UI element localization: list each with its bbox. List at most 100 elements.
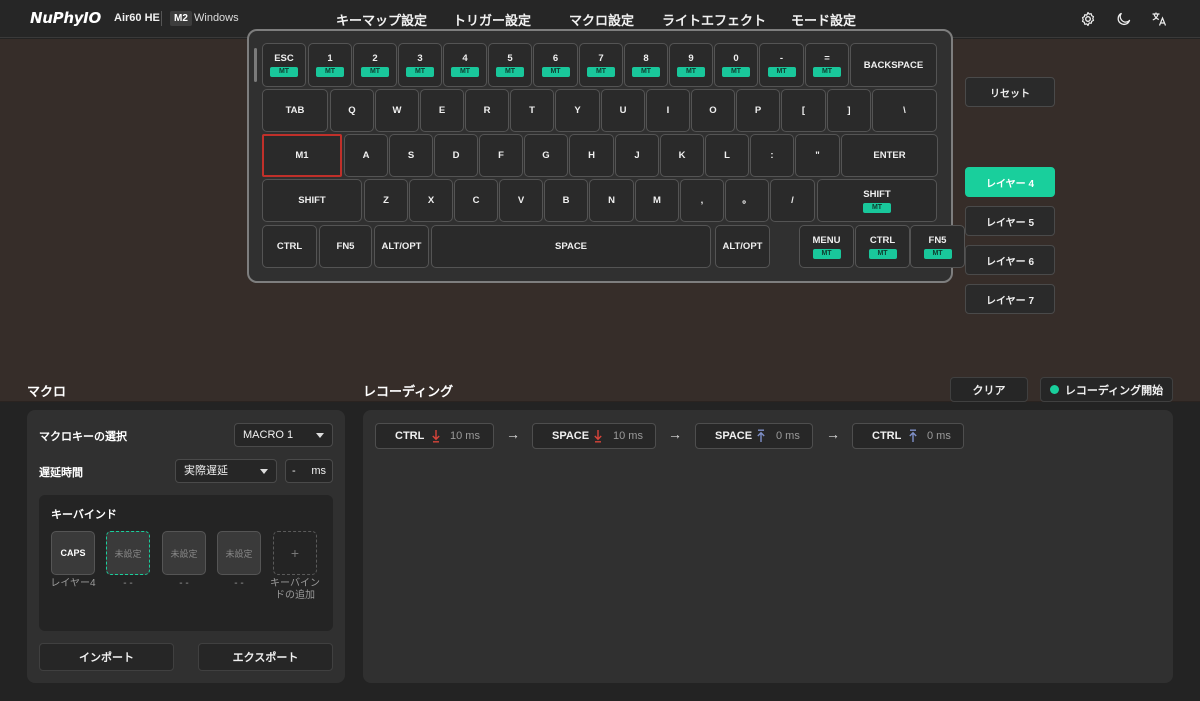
key-a[interactable]: A	[344, 134, 388, 177]
key-symbol[interactable]: - MT	[759, 43, 804, 87]
tab-mode[interactable]: モード設定	[791, 10, 856, 29]
add-keybind-button[interactable]: +	[273, 531, 317, 575]
key-symbol[interactable]: 。	[725, 179, 769, 222]
key-label: 1	[327, 53, 333, 64]
event-key: SPACE	[552, 430, 590, 442]
key-l[interactable]: L	[705, 134, 749, 177]
key-y[interactable]: Y	[555, 89, 600, 132]
key-e[interactable]: E	[420, 89, 464, 132]
key-v[interactable]: V	[499, 179, 543, 222]
gear-icon[interactable]	[1080, 11, 1096, 27]
key-r[interactable]: R	[465, 89, 509, 132]
flow-arrow: →	[826, 426, 840, 442]
key-symbol[interactable]: ]	[827, 89, 871, 132]
key-z[interactable]: Z	[364, 179, 408, 222]
key-symbol[interactable]: \	[872, 89, 937, 132]
keybind-slot-2[interactable]: 未設定	[106, 531, 150, 575]
key-6[interactable]: 6 MT	[533, 43, 578, 87]
key-k[interactable]: K	[660, 134, 704, 177]
key-altopt[interactable]: ALT/OPT	[374, 225, 429, 268]
keybind-slot-3[interactable]: 未設定	[162, 531, 206, 575]
key-9[interactable]: 9 MT	[669, 43, 713, 87]
key-symbol[interactable]: = MT	[805, 43, 849, 87]
recorded-event[interactable]: CTRL 10 ms	[375, 423, 494, 449]
key-shift[interactable]: SHIFT MT	[817, 179, 937, 222]
key-symbol[interactable]: /	[770, 179, 815, 222]
key-8[interactable]: 8 MT	[624, 43, 668, 87]
moon-icon[interactable]	[1116, 11, 1132, 27]
key-g[interactable]: G	[524, 134, 568, 177]
key-q[interactable]: Q	[330, 89, 374, 132]
key-esc[interactable]: ESC MT	[262, 43, 306, 87]
key-menu[interactable]: MENU MT	[799, 225, 854, 268]
key-x[interactable]: X	[409, 179, 453, 222]
keybind-slot-4[interactable]: 未設定	[217, 531, 261, 575]
tab-light-effect[interactable]: ライトエフェクト	[662, 10, 766, 29]
key-ctrl[interactable]: CTRL	[262, 225, 317, 268]
key-w[interactable]: W	[375, 89, 419, 132]
key-m[interactable]: M	[635, 179, 679, 222]
key-0[interactable]: 0 MT	[714, 43, 758, 87]
key-s[interactable]: S	[389, 134, 433, 177]
key-i[interactable]: I	[646, 89, 690, 132]
start-recording-button[interactable]: レコーディング開始	[1040, 377, 1173, 402]
recorded-event[interactable]: SPACE 10 ms	[532, 423, 656, 449]
mt-badge: MT	[496, 67, 524, 77]
translate-icon[interactable]	[1151, 11, 1167, 27]
key-space[interactable]: SPACE	[431, 225, 711, 268]
key-backspace[interactable]: BACKSPACE	[850, 43, 937, 87]
key-2[interactable]: 2 MT	[353, 43, 397, 87]
layer-4-button[interactable]: レイヤー 4	[965, 167, 1055, 197]
key-c[interactable]: C	[454, 179, 498, 222]
layer-5-button[interactable]: レイヤー 5	[965, 206, 1055, 236]
key-symbol[interactable]: "	[795, 134, 840, 177]
recorded-event[interactable]: CTRL 0 ms	[852, 423, 964, 449]
key-symbol[interactable]: [	[781, 89, 826, 132]
key-1[interactable]: 1 MT	[308, 43, 352, 87]
key-7[interactable]: 7 MT	[579, 43, 623, 87]
mt-badge: MT	[767, 67, 796, 77]
keybind-slot-1[interactable]: CAPS	[51, 531, 95, 575]
delay-input[interactable]: - ms	[285, 459, 333, 483]
clear-button[interactable]: クリア	[950, 377, 1028, 402]
key-label: 2	[372, 53, 378, 64]
key-fn5[interactable]: FN5 MT	[910, 225, 965, 268]
key-shift[interactable]: SHIFT	[262, 179, 362, 222]
key-3[interactable]: 3 MT	[398, 43, 442, 87]
key-n[interactable]: N	[589, 179, 634, 222]
device-name: Air60 HE	[114, 12, 160, 24]
key-d[interactable]: D	[434, 134, 478, 177]
layer-7-button[interactable]: レイヤー 7	[965, 284, 1055, 314]
key-u[interactable]: U	[601, 89, 645, 132]
key-symbol[interactable]: :	[750, 134, 794, 177]
export-button[interactable]: エクスポート	[198, 643, 333, 671]
key-tab[interactable]: TAB	[262, 89, 328, 132]
key-5[interactable]: 5 MT	[488, 43, 532, 87]
tab-macro[interactable]: マクロ設定	[569, 10, 635, 39]
tab-trigger[interactable]: トリガー設定	[453, 10, 531, 29]
key-label: X	[427, 195, 435, 206]
key-f[interactable]: F	[479, 134, 523, 177]
key-enter[interactable]: ENTER	[841, 134, 938, 177]
key-p[interactable]: P	[736, 89, 780, 132]
keybind-caption-add: キーバインドの追加	[270, 578, 320, 601]
recorded-event[interactable]: SPACE 0 ms	[695, 423, 813, 449]
key-ctrl[interactable]: CTRL MT	[855, 225, 910, 268]
delay-mode-select[interactable]: 実際遅延	[175, 459, 277, 483]
key-m1[interactable]: M1	[262, 134, 342, 177]
import-button[interactable]: インポート	[39, 643, 174, 671]
key-symbol[interactable]: ,	[680, 179, 724, 222]
key-j[interactable]: J	[615, 134, 659, 177]
key-h[interactable]: H	[569, 134, 614, 177]
key-o[interactable]: O	[691, 89, 735, 132]
key-4[interactable]: 4 MT	[443, 43, 487, 87]
key-label: C	[472, 195, 480, 206]
tab-keymap[interactable]: キーマップ設定	[336, 10, 427, 29]
key-b[interactable]: B	[544, 179, 588, 222]
layer-6-button[interactable]: レイヤー 6	[965, 245, 1055, 275]
key-altopt[interactable]: ALT/OPT	[715, 225, 770, 268]
reset-button[interactable]: リセット	[965, 77, 1055, 107]
key-fn5[interactable]: FN5	[319, 225, 372, 268]
key-t[interactable]: T	[510, 89, 554, 132]
macro-select[interactable]: MACRO 1	[234, 423, 333, 447]
